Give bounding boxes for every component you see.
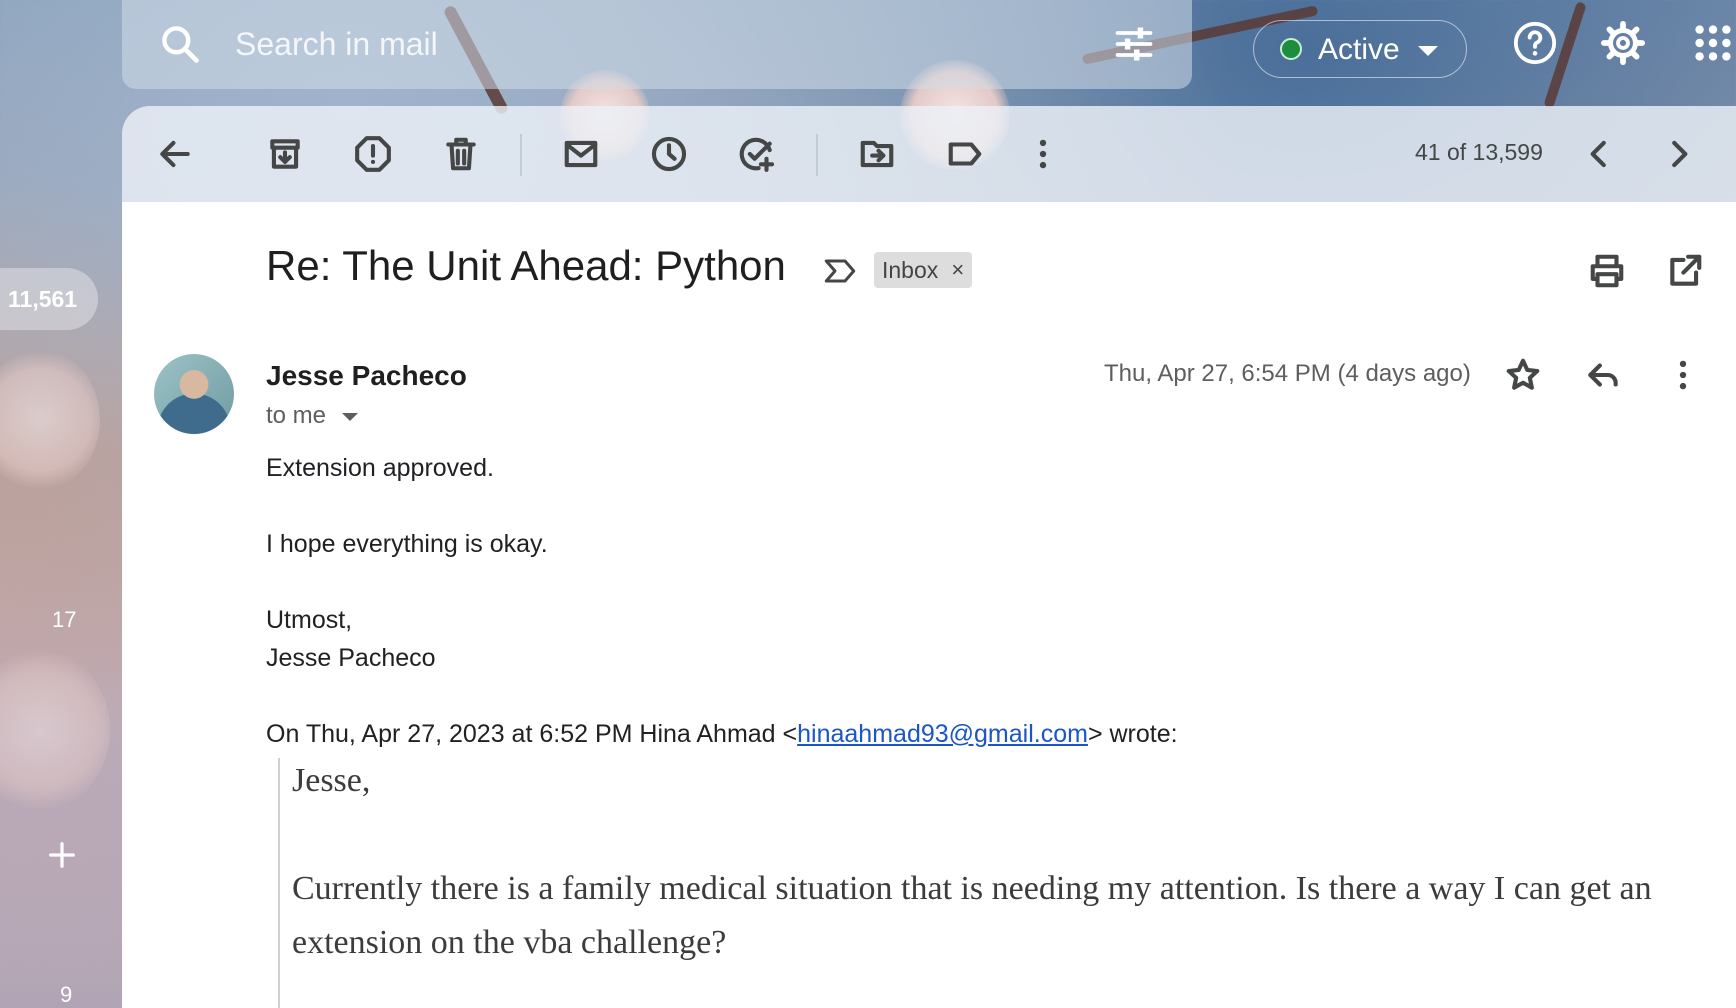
chevron-down-icon [1418, 46, 1438, 56]
mark-unread-icon[interactable] [562, 135, 600, 173]
reply-icon[interactable] [1584, 356, 1622, 394]
previous-icon[interactable] [1580, 135, 1618, 173]
settings-icon[interactable] [1600, 20, 1646, 66]
importance-marker-icon[interactable] [822, 256, 858, 286]
search-input[interactable] [235, 22, 995, 66]
apps-icon[interactable] [1690, 20, 1736, 66]
body-line: Utmost, [266, 606, 353, 634]
archive-icon[interactable] [266, 135, 304, 173]
sender-name[interactable]: Jesse Pacheco [266, 360, 467, 392]
message-pane: Re: The Unit Ahead: Python Inbox × Jesse… [122, 202, 1736, 1008]
move-to-icon[interactable] [858, 135, 896, 173]
search-icon[interactable] [158, 22, 202, 66]
background-blossom [0, 650, 110, 810]
open-in-new-window-icon[interactable] [1666, 252, 1704, 290]
delete-icon[interactable] [442, 135, 480, 173]
meet-count[interactable]: 9 [60, 982, 72, 1008]
toolbar-divider [520, 134, 522, 176]
body-line: Extension approved. [266, 454, 494, 482]
back-icon[interactable] [156, 135, 194, 173]
add-task-icon[interactable] [738, 135, 776, 173]
next-icon[interactable] [1660, 135, 1698, 173]
message-more-icon[interactable] [1664, 356, 1702, 394]
status-label: Active [1318, 33, 1400, 66]
status-dot [1280, 38, 1302, 60]
star-icon[interactable] [1504, 356, 1542, 394]
email-subject: Re: The Unit Ahead: Python [266, 242, 786, 289]
email-date: Thu, Apr 27, 6:54 PM (4 days ago) [1104, 360, 1471, 387]
quote-email-link[interactable]: hinaahmad93@gmail.com [797, 720, 1088, 748]
more-icon[interactable] [1024, 135, 1062, 173]
show-details-icon[interactable] [342, 413, 358, 421]
quoted-greeting: Jesse, [292, 762, 371, 799]
mail-unread-count[interactable]: 11,561 [0, 268, 98, 330]
snooze-icon[interactable] [650, 135, 688, 173]
toolbar-divider [816, 134, 818, 176]
report-spam-icon[interactable] [354, 135, 392, 173]
message-toolbar: 41 of 13,599 [122, 106, 1736, 202]
search-bar[interactable] [122, 0, 1192, 89]
body-line: I hope everything is okay. [266, 530, 548, 558]
background-blossom [0, 350, 100, 490]
quote-bar [278, 758, 280, 1008]
inbox-label-text: Inbox [882, 257, 939, 283]
pagination-count: 41 of 13,599 [1415, 139, 1543, 165]
quote-attribution: On Thu, Apr 27, 2023 at 6:52 PM Hina Ahm… [266, 720, 1178, 749]
remove-label-icon[interactable]: × [951, 252, 964, 288]
body-line: Jesse Pacheco [266, 644, 436, 672]
sender-avatar[interactable] [154, 354, 234, 434]
print-icon[interactable] [1588, 252, 1626, 290]
label-icon[interactable] [946, 135, 984, 173]
tune-icon[interactable] [1112, 22, 1156, 66]
plus-icon[interactable] [47, 840, 77, 870]
quote-attribution-prefix: On Thu, Apr 27, 2023 at 6:52 PM Hina Ahm… [266, 720, 798, 748]
help-icon[interactable] [1512, 20, 1558, 66]
inbox-label-chip: Inbox × [874, 252, 973, 288]
chat-unread-count[interactable]: 17 [52, 607, 76, 633]
quote-attribution-suffix: > wrote: [1087, 720, 1178, 748]
quoted-paragraph: Currently there is a family medical situ… [292, 870, 1652, 961]
status-selector[interactable]: Active [1253, 20, 1467, 78]
recipient-summary: to me [266, 402, 327, 429]
